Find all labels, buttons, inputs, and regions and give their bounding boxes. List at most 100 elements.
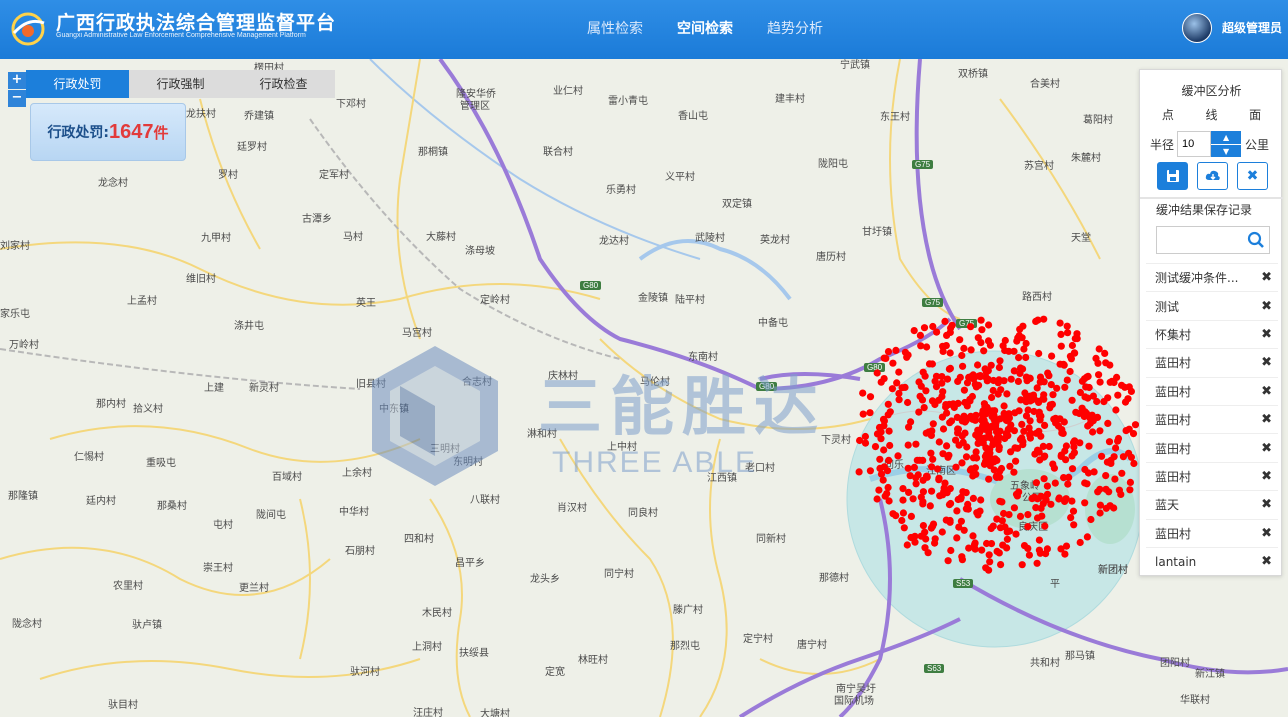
incident-dot[interactable] [1010, 427, 1019, 435]
incident-dot[interactable] [1024, 511, 1032, 519]
incident-dot[interactable] [954, 429, 962, 437]
delete-record-icon[interactable]: ✖ [1261, 469, 1272, 484]
incident-dot[interactable] [1051, 479, 1059, 487]
incident-dot[interactable] [1093, 397, 1101, 406]
tab-penalty[interactable]: 行政处罚 [26, 70, 129, 98]
incident-dot[interactable] [935, 476, 943, 484]
map-canvas[interactable]: 楞田村 隆安华侨 管理区 业仁村 雷小青屯 建丰村 宁武镇 双桥镇 合美村 龙扶… [0, 59, 1288, 717]
incident-dot[interactable] [947, 546, 955, 555]
incident-dot[interactable] [1063, 322, 1071, 330]
incident-dot[interactable] [906, 472, 914, 480]
incident-dot[interactable] [912, 480, 920, 488]
incident-dot[interactable] [1030, 493, 1038, 501]
avatar[interactable] [1182, 13, 1212, 43]
incident-dot[interactable] [1063, 376, 1071, 384]
incident-dot[interactable] [1013, 337, 1021, 345]
incident-dot[interactable] [884, 400, 892, 408]
record-item[interactable]: 蓝田村 ✖ [1146, 433, 1278, 461]
incident-dot[interactable] [895, 396, 903, 404]
incident-dot[interactable] [877, 470, 886, 478]
incident-dot[interactable] [886, 408, 894, 416]
incident-dot[interactable] [939, 491, 947, 499]
incident-dot[interactable] [1032, 504, 1040, 512]
incident-dot[interactable] [1072, 408, 1080, 416]
incident-dot[interactable] [903, 541, 911, 549]
incident-dot[interactable] [934, 465, 942, 473]
record-item[interactable]: 测试 ✖ [1146, 291, 1278, 319]
record-name[interactable]: 蓝田村 [1155, 440, 1191, 457]
incident-dot[interactable] [877, 378, 885, 386]
incident-dot[interactable] [985, 475, 993, 483]
incident-dot[interactable] [899, 496, 907, 504]
incident-dot[interactable] [1061, 497, 1069, 505]
incident-dot[interactable] [962, 453, 971, 461]
incident-dot[interactable] [966, 397, 974, 405]
incident-dot[interactable] [987, 540, 996, 548]
incident-dot[interactable] [969, 371, 977, 379]
incident-dot[interactable] [931, 539, 939, 547]
incident-dot[interactable] [988, 393, 996, 402]
incident-dot[interactable] [915, 408, 923, 416]
incident-dot[interactable] [1017, 396, 1025, 404]
incident-dot[interactable] [1069, 507, 1078, 515]
incident-dot[interactable] [969, 532, 977, 540]
mode-line[interactable]: 线 [1205, 106, 1217, 123]
incident-dot[interactable] [956, 336, 964, 344]
incident-dot[interactable] [960, 526, 968, 534]
incident-dot[interactable] [919, 500, 927, 508]
incident-dot[interactable] [1082, 383, 1090, 391]
incident-dot[interactable] [1083, 373, 1091, 381]
incident-dot[interactable] [1100, 398, 1108, 406]
incident-dot[interactable] [1102, 472, 1110, 480]
mode-polygon[interactable]: 面 [1249, 106, 1261, 123]
incident-dot[interactable] [1095, 371, 1103, 379]
incident-dot[interactable] [866, 409, 874, 417]
incident-dot[interactable] [980, 347, 988, 355]
incident-dot[interactable] [1076, 439, 1084, 447]
incident-dot[interactable] [912, 440, 920, 448]
incident-dot[interactable] [1127, 387, 1135, 395]
incident-dot[interactable] [984, 375, 992, 383]
incident-dot[interactable] [990, 437, 998, 445]
incident-dot[interactable] [898, 516, 906, 525]
delete-record-icon[interactable]: ✖ [1261, 497, 1272, 512]
zoom-out-button[interactable]: − [8, 90, 26, 107]
incident-dot[interactable] [995, 376, 1003, 384]
incident-dot[interactable] [941, 317, 949, 325]
incident-dot[interactable] [899, 485, 907, 493]
incident-dot[interactable] [880, 446, 888, 454]
incident-dot[interactable] [1124, 395, 1132, 403]
save-button[interactable] [1157, 162, 1188, 190]
incident-dot[interactable] [1068, 452, 1076, 460]
incident-dot[interactable] [935, 438, 943, 446]
incident-dot[interactable] [1030, 407, 1038, 416]
incident-dot[interactable] [929, 420, 937, 428]
record-item[interactable]: 蓝田村 ✖ [1146, 518, 1278, 547]
incident-dot[interactable] [894, 452, 902, 460]
incident-dot[interactable] [884, 483, 892, 492]
incident-dot[interactable] [1035, 536, 1043, 544]
record-item[interactable]: 蓝田村 ✖ [1146, 461, 1278, 490]
delete-record-icon[interactable]: ✖ [1261, 441, 1272, 456]
incident-dot[interactable] [1020, 542, 1029, 550]
incident-dot[interactable] [1048, 352, 1056, 360]
incident-dot[interactable] [917, 493, 925, 501]
incident-dot[interactable] [1087, 515, 1095, 524]
incident-dot[interactable] [1114, 434, 1123, 443]
incident-dot[interactable] [1127, 453, 1135, 461]
incident-dot[interactable] [990, 458, 998, 466]
record-name[interactable]: 蓝天 [1155, 496, 1179, 513]
incident-dot[interactable] [1006, 462, 1014, 470]
incident-dot[interactable] [859, 410, 867, 418]
delete-record-icon[interactable]: ✖ [1261, 384, 1272, 399]
incident-dot[interactable] [958, 459, 966, 467]
incident-dot[interactable] [1036, 549, 1044, 557]
incident-dot[interactable] [946, 485, 954, 493]
incident-dot[interactable] [1068, 465, 1077, 473]
clear-button[interactable]: ✖ [1237, 162, 1268, 190]
tab-coercion[interactable]: 行政强制 [129, 70, 232, 98]
delete-record-icon[interactable]: ✖ [1261, 270, 1272, 285]
incident-dot[interactable] [1059, 360, 1068, 368]
incident-dot[interactable] [1015, 354, 1023, 362]
incident-dot[interactable] [920, 324, 929, 332]
